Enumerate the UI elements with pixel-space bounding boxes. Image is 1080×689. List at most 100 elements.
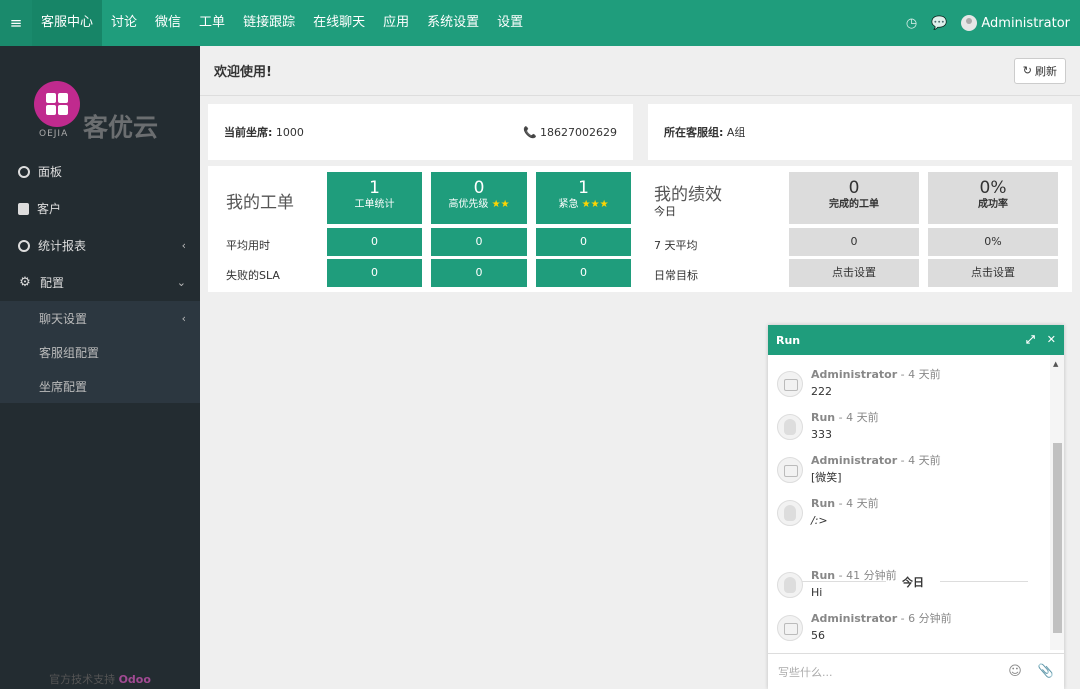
urgent-tile[interactable]: 1 紧急 ★★★ (536, 172, 631, 224)
chat-header[interactable]: Run ⤢ ✕ (768, 325, 1064, 355)
sidebar-item-dashboard[interactable]: 面板 (0, 153, 200, 190)
circle-icon (18, 165, 30, 178)
avatar-icon (777, 414, 803, 440)
avg-time-cell[interactable]: 0 (536, 228, 631, 256)
completed-tickets-tile[interactable]: 0 完成的工单 (789, 172, 919, 224)
set-target-button[interactable]: 点击设置 (789, 259, 919, 287)
avatar-icon (777, 615, 803, 641)
circle-icon (18, 239, 30, 252)
seat-label: 当前坐席: (224, 126, 273, 139)
logo-brand-cn: 客优云 (83, 113, 159, 142)
failed-sla-cell[interactable]: 0 (431, 259, 527, 287)
sidebar-item-label: 客户 (37, 202, 62, 216)
submenu-item-label: 聊天设置 (39, 311, 88, 326)
submenu-item-group-config[interactable]: 客服组配置 (0, 335, 200, 369)
message-text: /:> (811, 514, 828, 527)
avatar-icon (777, 457, 803, 483)
chat-message: Run - 4 天前 333 (777, 410, 879, 444)
chat-messages: Administrator - 4 天前 222 Run - 4 天前 333 … (768, 355, 1064, 650)
failed-sla-cell[interactable]: 0 (536, 259, 631, 287)
chevron-left-icon: ‹ (181, 239, 186, 252)
seat-info-box: 当前坐席: 1000 📞 18627002629 (208, 104, 633, 160)
nav-item-discuss[interactable]: 讨论 (102, 0, 146, 46)
tile-label: 高优先级 (448, 199, 489, 210)
refresh-button[interactable]: ↻ 刷新 (1013, 57, 1066, 84)
chat-message: Administrator - 6 分钟前 56 (777, 611, 952, 645)
tile-value: 0 (473, 178, 485, 198)
sidebar-item-config[interactable]: ⚙ 配置 ⌄ (0, 264, 200, 301)
nav-item-link-tracking[interactable]: 链接跟踪 (234, 0, 304, 46)
refresh-label: 刷新 (1035, 64, 1057, 78)
clock-icon[interactable]: ◷ (906, 16, 917, 31)
phone-info: 📞 18627002629 (523, 126, 617, 139)
footer-brand-link[interactable]: Odoo (119, 673, 151, 686)
set-target-button[interactable]: 点击设置 (928, 259, 1058, 287)
tile-value: 1 (369, 178, 380, 198)
high-priority-tile[interactable]: 0 高优先级 ★★ (431, 172, 527, 224)
paperclip-icon[interactable]: 📎 (1038, 664, 1054, 679)
page-header: 欢迎使用! ↻ 刷新 (200, 46, 1080, 96)
submenu-item-seat-config[interactable]: 坐席配置 (0, 369, 200, 403)
sidebar-item-customers[interactable]: 客户 (0, 190, 200, 227)
user-menu[interactable]: Administrator (961, 15, 1070, 31)
nav-item-wechat[interactable]: 微信 (146, 0, 190, 46)
message-time: - 4 天前 (835, 497, 879, 510)
chat-message: Administrator - 4 天前 [微笑] (777, 453, 941, 487)
my-performance-title: 我的绩效 (654, 185, 722, 205)
message-author: Run (811, 569, 836, 582)
message-author: Run (811, 497, 836, 510)
emoji-icon[interactable]: ☺ (1008, 664, 1022, 679)
message-text: 56 (811, 629, 825, 642)
success-rate-tile[interactable]: 0% 成功率 (928, 172, 1058, 224)
message-time: - 6 分钟前 (897, 612, 952, 625)
ticket-stats-tile[interactable]: 1 工单统计 (327, 172, 422, 224)
top-navbar: ≡ 客服中心 讨论 微信 工单 链接跟踪 在线聊天 应用 系统设置 设置 ◷ 💬… (0, 0, 1080, 46)
failed-sla-cell[interactable]: 0 (327, 259, 422, 287)
close-icon[interactable]: ✕ (1047, 333, 1056, 347)
scroll-up-icon[interactable]: ▲ (1053, 360, 1058, 368)
user-card-icon (18, 202, 29, 215)
footer-text: 官方技术支持 (49, 673, 116, 686)
message-author: Administrator (811, 612, 898, 625)
chat-message: Run - 4 天前 /:> (777, 496, 879, 530)
sidebar: OEJIA 客优云 面板 客户 统计报表 ‹ ⚙ 配置 ⌄ 聊天设置 ‹ 客服组… (0, 46, 200, 689)
chat-message: Administrator - 4 天前 222 (777, 367, 941, 401)
chat-input[interactable]: 写些什么... ☺ 📎 (768, 653, 1064, 689)
logo-brand-en: OEJIA (39, 129, 69, 139)
tile-label: 完成的工单 (829, 199, 879, 210)
avg-time-cell[interactable]: 0 (327, 228, 422, 256)
avatar-icon (777, 500, 803, 526)
group-info-box: 所在客服组: A组 (648, 104, 1072, 160)
star-icons: ★★ (491, 199, 510, 210)
sidebar-item-label: 统计报表 (38, 239, 87, 253)
avg-time-cell[interactable]: 0 (431, 228, 527, 256)
chat-window: Run ⤢ ✕ Administrator - 4 天前 222 Run - 4… (768, 325, 1064, 689)
sidebar-item-reports[interactable]: 统计报表 ‹ (0, 227, 200, 264)
message-author: Run (811, 411, 836, 424)
message-time: - 4 天前 (835, 411, 879, 424)
submenu-item-label: 坐席配置 (39, 379, 88, 394)
nav-item-apps[interactable]: 应用 (374, 0, 418, 46)
nav-item-live-chat[interactable]: 在线聊天 (304, 0, 374, 46)
user-avatar (961, 15, 978, 31)
scrollbar-thumb[interactable] (1053, 443, 1062, 633)
menu-toggle-icon[interactable]: ≡ (0, 0, 32, 46)
nav-item-service-center[interactable]: 客服中心 (32, 0, 103, 46)
chat-scrollbar[interactable]: ▲ (1050, 355, 1064, 650)
message-time: - 4 天前 (897, 368, 941, 381)
tile-label: 紧急 (558, 199, 579, 210)
chat-bubbles-icon[interactable]: 💬 (931, 16, 947, 31)
nav-item-system-settings[interactable]: 系统设置 (418, 0, 488, 46)
message-author: Administrator (811, 454, 898, 467)
user-name: Administrator (981, 15, 1070, 31)
message-time: - 41 分钟前 (835, 569, 897, 582)
logo: OEJIA 客优云 (0, 46, 200, 153)
avg7-cell: 0 (789, 228, 919, 256)
nav-item-settings[interactable]: 设置 (488, 0, 532, 46)
chat-title: Run (776, 333, 801, 347)
nav-item-tickets[interactable]: 工单 (190, 0, 234, 46)
expand-icon[interactable]: ⤢ (1026, 333, 1035, 347)
message-text: 222 (811, 385, 832, 398)
submenu-item-chat-settings[interactable]: 聊天设置 ‹ (0, 301, 200, 335)
avg7-cell: 0% (928, 228, 1058, 256)
